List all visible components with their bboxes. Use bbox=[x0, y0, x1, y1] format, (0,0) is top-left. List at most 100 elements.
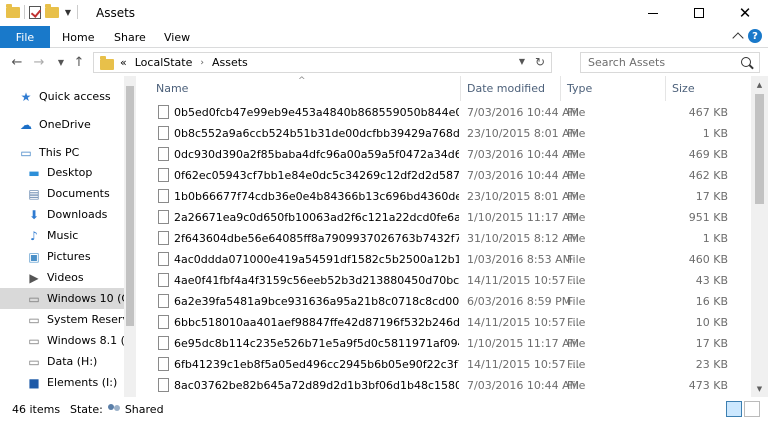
table-row[interactable]: 2f643604dbe56e64085ff8a7909937026763b743… bbox=[150, 229, 736, 248]
wd-drive-icon: ■ bbox=[28, 375, 40, 390]
table-row[interactable]: 6e95dc8b114c235e526b71e5a9f5d0c5811971af… bbox=[150, 334, 736, 353]
file-name: 0b8c552a9a6ccb524b51b31de00dcfbb39429a76… bbox=[174, 127, 459, 140]
scroll-up-icon[interactable]: ▲ bbox=[751, 76, 768, 93]
column-header-date[interactable]: Date modified bbox=[461, 76, 561, 101]
file-icon bbox=[158, 336, 169, 350]
nav-item-label: Windows 8.1 (F:) bbox=[47, 334, 124, 347]
search-input[interactable]: Search Assets bbox=[580, 52, 760, 73]
up-button[interactable]: ↑ bbox=[70, 53, 88, 71]
tab-share[interactable]: Share bbox=[114, 26, 146, 48]
drive-icon: ▭ bbox=[28, 312, 40, 327]
file-type: File bbox=[567, 253, 586, 266]
table-row[interactable]: 6a2e39fa5481a9bce931636a95a21b8c0718c8cd… bbox=[150, 292, 736, 311]
file-icon bbox=[158, 357, 169, 371]
state-value: Shared bbox=[124, 403, 164, 416]
nav-item[interactable]: ▬ Desktop bbox=[0, 162, 124, 183]
nav-item-label: Music bbox=[47, 229, 79, 242]
drive-icon: ▭ bbox=[28, 291, 40, 306]
maximize-icon bbox=[694, 8, 704, 18]
recent-locations-button[interactable]: ▼ bbox=[52, 53, 70, 71]
file-date: 14/11/2015 10:57 ... bbox=[467, 316, 580, 329]
scroll-down-icon[interactable]: ▼ bbox=[751, 380, 768, 397]
table-row[interactable]: 6bbc518010aa401aef98847ffe42d87196f532b2… bbox=[150, 313, 736, 332]
nav-item[interactable]: ▭ Data (H:) bbox=[0, 351, 124, 372]
file-icon bbox=[158, 231, 169, 245]
table-row[interactable]: 2a26671ea9c0d650fb10063ad2f6c121a22dcd0f… bbox=[150, 208, 736, 227]
new-folder-icon[interactable] bbox=[45, 3, 59, 18]
star-icon: ★ bbox=[20, 89, 32, 104]
breadcrumb-item[interactable]: Assets bbox=[212, 56, 248, 69]
nav-item-label: Desktop bbox=[47, 166, 93, 179]
nav-item[interactable]: ▭ This PC bbox=[0, 142, 124, 163]
properties-icon[interactable] bbox=[29, 5, 41, 19]
close-button[interactable]: ✕ bbox=[722, 0, 768, 26]
column-header-name[interactable]: Name bbox=[150, 76, 461, 101]
column-header-type[interactable]: Type bbox=[561, 76, 666, 101]
table-row[interactable]: 4ac0ddda071000e419a54591df1582c5b2500a12… bbox=[150, 250, 736, 269]
table-row[interactable]: 0dc930d390a2f85baba4dfc96a00a59a5f0472a3… bbox=[150, 145, 736, 164]
refresh-icon[interactable]: ↻ bbox=[535, 55, 545, 69]
file-name: 4ac0ddda071000e419a54591df1582c5b2500a12… bbox=[174, 253, 459, 266]
status-bar: 46 items State: Shared bbox=[0, 397, 768, 422]
nav-item[interactable]: ■ Elements (I:) bbox=[0, 372, 124, 393]
nav-item[interactable]: ☁ OneDrive bbox=[0, 114, 124, 135]
file-icon bbox=[158, 147, 169, 161]
back-button[interactable]: ← bbox=[8, 53, 26, 71]
tab-home[interactable]: Home bbox=[62, 26, 94, 48]
file-icon bbox=[158, 252, 169, 266]
file-icon bbox=[158, 105, 169, 119]
nav-item[interactable]: ★ Quick access bbox=[0, 86, 124, 107]
ribbon: File Home Share View ? bbox=[0, 26, 768, 48]
large-icons-view-button[interactable] bbox=[744, 401, 760, 417]
file-list-scrollbar-thumb[interactable] bbox=[755, 94, 764, 204]
folder-icon[interactable] bbox=[6, 3, 20, 18]
file-name: 0b5ed0fcb47e99eb9e453a4840b868559050b844… bbox=[174, 106, 459, 119]
nav-item[interactable]: ⬇ Downloads bbox=[0, 204, 124, 225]
minimize-button[interactable] bbox=[630, 0, 676, 26]
table-row[interactable]: 4ae0f41fbf4a4f3159c56eeb52b3d213880450d7… bbox=[150, 271, 736, 290]
nav-item[interactable]: ▣ Pictures bbox=[0, 246, 124, 267]
file-name: 6bbc518010aa401aef98847ffe42d87196f532b2… bbox=[174, 316, 459, 329]
table-row[interactable]: 0b5ed0fcb47e99eb9e453a4840b868559050b844… bbox=[150, 103, 736, 122]
nav-item[interactable]: ▤ Documents bbox=[0, 183, 124, 204]
nav-scrollbar-thumb[interactable] bbox=[126, 86, 134, 326]
state-label: State: bbox=[70, 403, 103, 416]
file-size: 43 KB bbox=[695, 274, 728, 287]
file-list-scrollbar[interactable]: ▲ ▼ bbox=[751, 76, 768, 397]
maximize-button[interactable] bbox=[676, 0, 722, 26]
tab-file[interactable]: File bbox=[0, 26, 50, 48]
file-name: 6fb41239c1eb8f5a05ed496cc2945b6b05e90f22… bbox=[174, 358, 459, 371]
help-icon[interactable]: ? bbox=[748, 29, 762, 43]
toolbar-divider bbox=[24, 5, 25, 19]
customize-toolbar-icon[interactable]: ▼ bbox=[63, 8, 73, 17]
nav-item-label: Quick access bbox=[39, 90, 111, 103]
title-bar: ▼ Assets ✕ bbox=[0, 0, 768, 26]
breadcrumb-overflow[interactable]: « bbox=[120, 56, 127, 69]
nav-item[interactable]: ▭ System Reserved bbox=[0, 309, 124, 330]
breadcrumb-item[interactable]: LocalState bbox=[135, 56, 193, 69]
table-row[interactable]: 1b0b66677f74cdb36e0e4b84366b13c696bd4360… bbox=[150, 187, 736, 206]
tab-view[interactable]: View bbox=[164, 26, 190, 48]
nav-item[interactable]: ▶ Videos bbox=[0, 267, 124, 288]
table-row[interactable]: 6fb41239c1eb8f5a05ed496cc2945b6b05e90f22… bbox=[150, 355, 736, 374]
nav-item[interactable]: ▭ Windows 8.1 (F:) bbox=[0, 330, 124, 351]
nav-scrollbar[interactable] bbox=[124, 76, 136, 397]
nav-item[interactable]: ▭ Windows 10 (C:) bbox=[0, 288, 124, 309]
column-header-size[interactable]: Size bbox=[666, 76, 726, 101]
file-icon bbox=[158, 210, 169, 224]
chevron-right-icon[interactable]: › bbox=[200, 58, 204, 68]
details-view-button[interactable] bbox=[726, 401, 742, 417]
forward-button[interactable]: → bbox=[30, 53, 48, 71]
file-size: 951 KB bbox=[688, 211, 728, 224]
table-row[interactable]: 0f62ec05943cf7bb1e84e0dc5c34269c12df2d2d… bbox=[150, 166, 736, 185]
file-type: File bbox=[567, 379, 586, 392]
nav-item[interactable]: ♪ Music bbox=[0, 225, 124, 246]
table-row[interactable]: 0b8c552a9a6ccb524b51b31de00dcfbb39429a76… bbox=[150, 124, 736, 143]
file-icon bbox=[158, 168, 169, 182]
expand-ribbon-icon[interactable] bbox=[732, 32, 744, 44]
table-row[interactable]: 8ac03762be82b645a72d89d2d1b3bf06d1b48c15… bbox=[150, 376, 736, 395]
nav-item-label: Documents bbox=[47, 187, 110, 200]
close-icon: ✕ bbox=[738, 4, 752, 22]
address-bar[interactable]: « LocalState › Assets ▼ ↻ bbox=[93, 52, 552, 73]
chevron-down-icon[interactable]: ▼ bbox=[519, 57, 525, 66]
